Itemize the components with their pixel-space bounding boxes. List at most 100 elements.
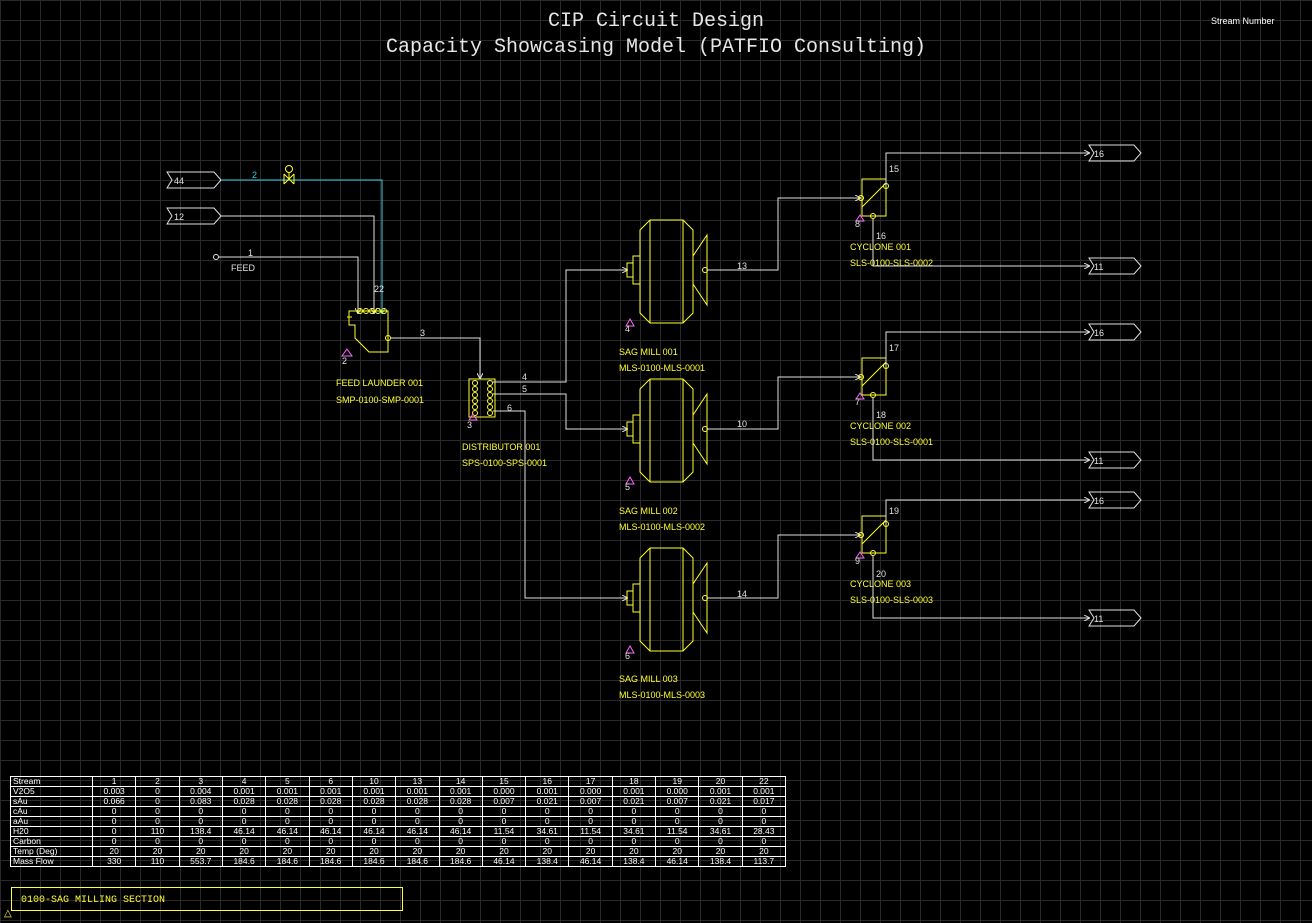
stream-19[interactable]: 19 — [885, 500, 1089, 524]
stream-label: 4 — [522, 372, 527, 382]
row-label: H20 — [10, 826, 93, 837]
table-cell: 0.028 — [395, 796, 440, 807]
table-cell: 0 — [655, 816, 700, 827]
stream-label: 16 — [876, 231, 886, 241]
stream-4[interactable]: 4 — [493, 270, 627, 383]
table-cell: 0 — [135, 806, 180, 817]
stream-15[interactable]: 15 — [885, 153, 1089, 186]
outlet-tag-11[interactable]: 11 — [1088, 451, 1142, 469]
outlet-tag-label: 11 — [1094, 456, 1103, 466]
table-cell: 46.14 — [568, 856, 613, 867]
table-cell: 184.6 — [308, 856, 353, 867]
outlet-tag-label: 11 — [1094, 614, 1103, 624]
outlet-tag-11[interactable]: 11 — [1088, 257, 1142, 275]
table-cell: 0 — [481, 816, 527, 827]
table-cell: 0.001 — [265, 786, 310, 797]
table-cell: 0 — [741, 816, 787, 827]
table-cell: 0 — [525, 816, 570, 827]
row-label: aAu — [10, 816, 93, 827]
sag-mill-1-code: MLS-0100-MLS-0001 — [619, 363, 705, 373]
table-cell: 0 — [568, 816, 613, 827]
column-header: 17 — [568, 776, 613, 787]
feed-launder-name: FEED LAUNDER 001 — [336, 378, 423, 388]
outlet-tag-16[interactable]: 16 — [1088, 491, 1142, 509]
table-row: V2O5 0.003 0 0.004 0.001 0.001 0.001 0.001 0.001… — [10, 786, 787, 797]
stream-label: 15 — [889, 164, 899, 174]
table-cell: 0.021 — [611, 796, 657, 807]
cyclone-2-symbol[interactable] — [858, 357, 889, 398]
stream-10[interactable]: 10 — [707, 377, 860, 430]
outlet-tag-11[interactable]: 11 — [1088, 609, 1142, 627]
table-cell: 0 — [395, 806, 440, 817]
table-cell: 0.083 — [178, 796, 223, 807]
distributor-symbol[interactable] — [468, 378, 496, 418]
table-cell: 0 — [178, 816, 223, 827]
stream-13[interactable]: 13 — [707, 198, 860, 271]
sag-mill-1-symbol[interactable] — [626, 219, 708, 324]
feed-tag-label: 12 — [174, 212, 184, 222]
stream-5[interactable]: 5 — [493, 384, 627, 429]
table-cell: 0.001 — [221, 786, 267, 797]
feed-launder-code: SMP-0100-SMP-0001 — [336, 395, 424, 405]
table-cell: 110 — [135, 856, 180, 867]
table-cell: 553.7 — [178, 856, 223, 867]
stream-6[interactable]: 6 — [493, 403, 627, 598]
table-cell: 330 — [91, 856, 137, 867]
table-cell: 0 — [91, 816, 137, 827]
outlet-tag-label: 16 — [1094, 496, 1104, 506]
table-cell: 0 — [91, 836, 137, 847]
table-cell: 0.066 — [91, 796, 137, 807]
table-cell: 0.001 — [525, 786, 570, 797]
feed-launder-symbol[interactable] — [347, 308, 391, 353]
table-cell: 0 — [438, 816, 483, 827]
water-valve-icon[interactable] — [283, 165, 295, 185]
outlet-tag-label: 16 — [1094, 328, 1104, 338]
table-cell: 0.001 — [308, 786, 353, 797]
table-cell: 138.4 — [525, 856, 570, 867]
table-row: H20 0 110 138.4 46.14 46.14 46.14 46.14 46.14 46.… — [10, 826, 787, 837]
table-cell: 11.54 — [481, 826, 527, 837]
sag-mill-3-symbol[interactable] — [626, 547, 708, 652]
table-cell: 20 — [741, 846, 787, 857]
node-marker-4: 4 — [625, 317, 635, 334]
table-cell: 0 — [265, 816, 310, 827]
cyclone-1-symbol[interactable] — [858, 178, 889, 219]
table-cell: 0 — [655, 806, 700, 817]
feed-tag-12[interactable]: 12 — [166, 207, 222, 225]
stream-label: 6 — [507, 403, 512, 413]
stream-label: 18 — [876, 410, 886, 420]
column-header: 15 — [481, 776, 527, 787]
table-cell: 0 — [135, 816, 180, 827]
table-cell: 0.028 — [221, 796, 267, 807]
stream-17[interactable]: 17 — [885, 332, 1089, 366]
stream-label: 1 — [248, 248, 253, 258]
table-cell: 20 — [351, 846, 397, 857]
distributor-code: SPS-0100-SPS-0001 — [462, 458, 547, 468]
feed-tag-44[interactable]: 44 — [166, 171, 222, 189]
outlet-tag-16[interactable]: 16 — [1088, 144, 1142, 162]
stream-14[interactable]: 14 — [707, 535, 860, 599]
outlet-tag-16[interactable]: 16 — [1088, 323, 1142, 341]
distributor-name: DISTRIBUTOR 001 — [462, 442, 540, 452]
column-header: 6 — [308, 776, 353, 787]
cyclone-2-code: SLS-0100-SLS-0001 — [850, 437, 933, 447]
node-label: 4 — [625, 324, 630, 334]
cyclone-3-name: CYCLONE 003 — [850, 579, 911, 589]
stream-label: 19 — [889, 506, 899, 516]
table-cell: 20 — [308, 846, 353, 857]
table-cell: 0 — [351, 816, 397, 827]
section-title-box: 0100-SAG MILLING SECTION — [11, 887, 403, 911]
table-cell: 20 — [265, 846, 310, 857]
feed-tag-label: 44 — [174, 176, 184, 186]
table-cell: 138.4 — [698, 856, 743, 867]
table-cell: 20 — [698, 846, 743, 857]
table-cell: 0.007 — [568, 796, 613, 807]
stream-3[interactable]: 3 — [391, 328, 480, 378]
column-header: 20 — [698, 776, 743, 787]
node-label: 7 — [855, 397, 860, 407]
ucs-icon: △ — [4, 908, 12, 919]
sag-mill-2-symbol[interactable] — [626, 378, 708, 483]
table-cell: 20 — [655, 846, 700, 857]
stream-1[interactable]: 1 — [219, 248, 358, 313]
cyclone-3-symbol[interactable] — [858, 515, 889, 556]
